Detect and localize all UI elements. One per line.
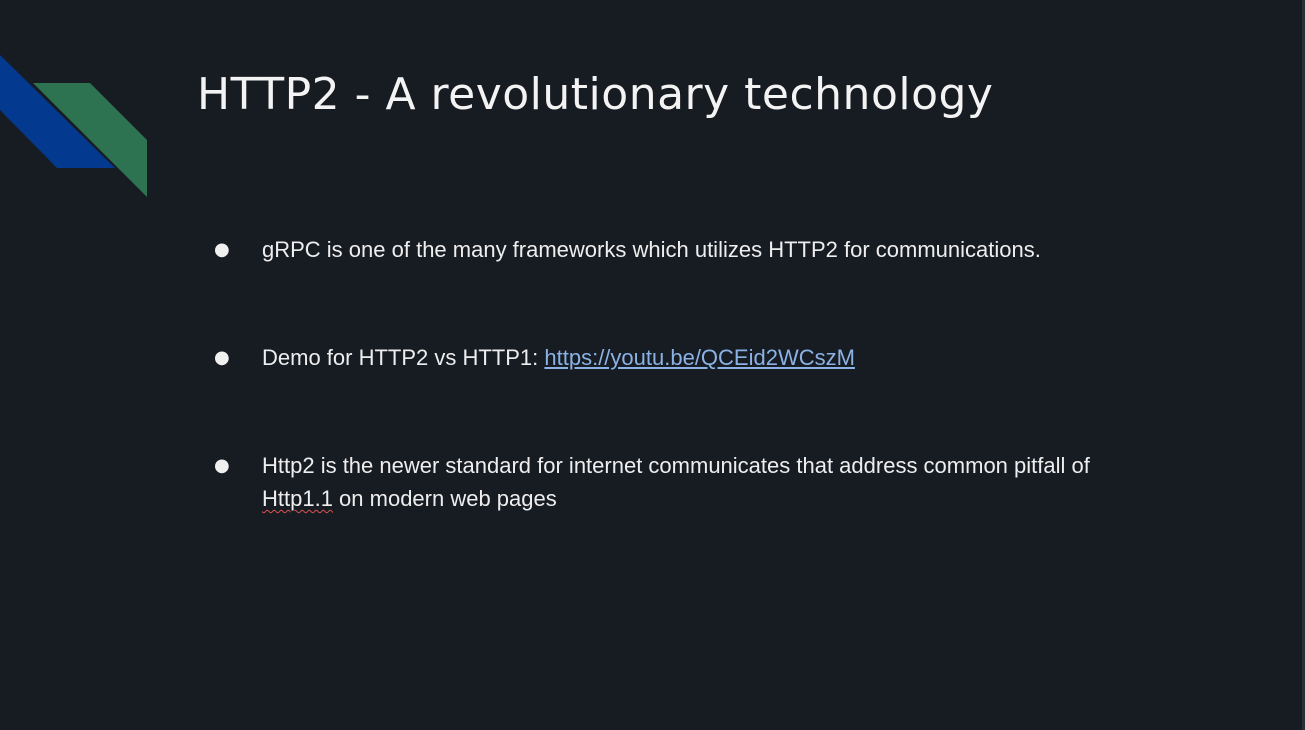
bullet-item-http2-standard[interactable]: Http2 is the newer standard for internet… bbox=[262, 449, 1162, 515]
spellcheck-flagged-word[interactable]: Http1.1 bbox=[262, 486, 333, 511]
bullet-item-text-end: on modern web pages bbox=[332, 486, 557, 511]
bullet-item-grpc[interactable]: gRPC is one of the many frameworks which… bbox=[262, 233, 1162, 266]
bullet-item-text: gRPC is one of the many frameworks which… bbox=[262, 237, 1041, 262]
demo-video-link[interactable]: https://youtu.be/QCEid2WCszM bbox=[544, 345, 855, 370]
bullet-item-text: Http2 is the newer standard for internet… bbox=[262, 453, 1090, 478]
presentation-slide: HTTP2 - A revolutionary technology ● gRP… bbox=[0, 0, 1305, 730]
bullet-marker: ● bbox=[214, 455, 230, 476]
bullet-item-demo[interactable]: Demo for HTTP2 vs HTTP1: https://youtu.b… bbox=[262, 341, 1162, 374]
bullet-marker: ● bbox=[214, 239, 230, 260]
bullet-marker: ● bbox=[214, 347, 230, 368]
bullet-item-text: Demo for HTTP2 vs HTTP1: bbox=[262, 345, 545, 370]
bullet-list: ● gRPC is one of the many frameworks whi… bbox=[0, 0, 1305, 730]
